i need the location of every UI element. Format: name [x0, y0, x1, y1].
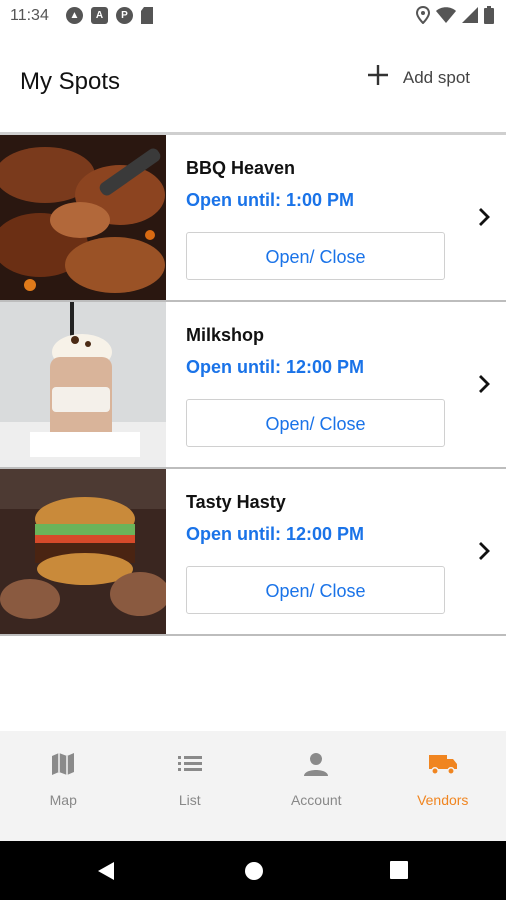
status-system-icons	[415, 5, 494, 29]
signal-icon	[462, 7, 478, 28]
list-icon	[177, 751, 203, 782]
back-icon[interactable]	[97, 861, 115, 886]
status-bar: 11:34 ▲ A P	[0, 0, 506, 32]
home-icon[interactable]	[244, 861, 264, 886]
nav-account-label: Account	[290, 792, 342, 808]
nav-vendors[interactable]: Vendors	[380, 731, 506, 841]
spot-hours-prefix: Open until:	[186, 357, 281, 377]
add-spot-button[interactable]: Add spot	[367, 64, 470, 91]
plus-icon	[367, 64, 389, 91]
app-notification-icon: A	[91, 7, 108, 24]
page-title: My Spots	[20, 68, 121, 95]
spot-hours: Open until: 12:00 PM	[186, 357, 364, 378]
sd-card-icon	[141, 7, 153, 29]
spot-list: BBQ Heaven Open until: 1:00 PM Open/ Clos…	[0, 135, 506, 636]
spot-photo-milkshake	[0, 302, 166, 467]
nav-list[interactable]: List	[127, 731, 254, 841]
map-icon	[50, 751, 76, 782]
system-navigation-bar	[0, 841, 506, 900]
status-time: 11:34	[10, 7, 49, 24]
spot-name: BBQ Heaven	[186, 158, 296, 178]
nav-vendors-label: Vendors	[417, 792, 469, 808]
status-notification-icons: ▲ A P	[66, 7, 153, 29]
app-header: My Spots Add spot	[0, 32, 506, 132]
chevron-right-icon[interactable]	[478, 207, 490, 232]
location-icon	[415, 5, 431, 29]
battery-icon	[484, 6, 494, 29]
open-close-button[interactable]: Open/ Close	[186, 399, 445, 447]
app-notification-icon: ▲	[66, 7, 83, 24]
spot-hours: Open until: 1:00 PM	[186, 190, 354, 211]
person-icon	[303, 751, 329, 782]
spot-photo-burger	[0, 469, 166, 634]
add-spot-label: Add spot	[402, 67, 470, 87]
spot-card[interactable]: Milkshop Open until: 12:00 PM Open/ Close	[0, 302, 506, 469]
truck-icon	[428, 751, 458, 782]
spot-hours-prefix: Open until:	[186, 190, 281, 210]
spot-hours: Open until: 12:00 PM	[186, 524, 364, 545]
app-notification-icon: P	[116, 7, 133, 24]
nav-list-label: List	[178, 792, 201, 808]
recents-icon[interactable]	[390, 861, 408, 884]
spot-hours-time: 12:00 PM	[285, 357, 365, 377]
spot-photo-bbq	[0, 135, 166, 300]
chevron-right-icon[interactable]	[478, 541, 490, 566]
spot-name: Tasty Hasty	[186, 492, 286, 512]
bottom-navigation: Map List Account Vendors	[0, 731, 506, 841]
wifi-icon	[436, 7, 456, 28]
spot-hours-time: 1:00 PM	[285, 190, 355, 210]
nav-map-label: Map	[49, 792, 77, 808]
open-close-button[interactable]: Open/ Close	[186, 232, 445, 280]
spot-name: Milkshop	[186, 325, 265, 345]
spot-card[interactable]: BBQ Heaven Open until: 1:00 PM Open/ Clos…	[0, 135, 506, 302]
spot-hours-time: 12:00 PM	[285, 524, 365, 544]
spot-card[interactable]: Tasty Hasty Open until: 12:00 PM Open/ Cl…	[0, 469, 506, 636]
nav-map[interactable]: Map	[0, 731, 127, 841]
spot-hours-prefix: Open until:	[186, 524, 281, 544]
chevron-right-icon[interactable]	[478, 374, 490, 399]
open-close-button[interactable]: Open/ Close	[186, 566, 445, 614]
nav-account[interactable]: Account	[253, 731, 380, 841]
